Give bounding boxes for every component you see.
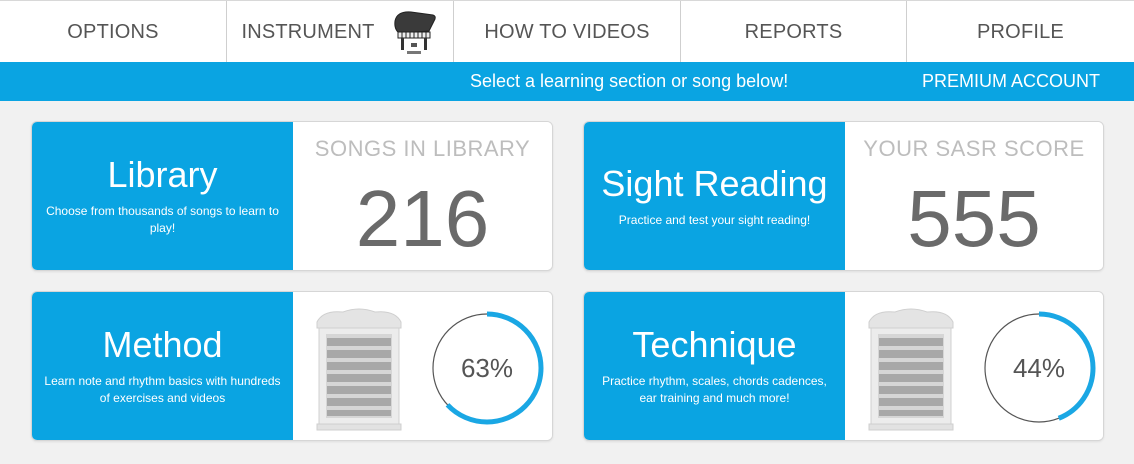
- cabinet-icon: [316, 308, 402, 431]
- progress-percent: 44%: [1012, 352, 1066, 383]
- tab-how-to-videos[interactable]: HOW TO VIDEOS: [454, 1, 681, 63]
- stat-value: 555: [907, 174, 1041, 263]
- sight-reading-stat: YOUR SASR SCORE 555: [845, 122, 1103, 270]
- card-description: Learn note and rhythm basics with hundre…: [44, 374, 281, 405]
- stat-label: SONGS IN LIBRARY: [314, 136, 531, 161]
- piano-icon: [393, 11, 436, 54]
- sight-reading-card[interactable]: Sight Reading Practice and test your sig…: [583, 121, 1104, 271]
- card-description: Practice rhythm, scales, chords cadences…: [602, 374, 827, 405]
- account-status[interactable]: PREMIUM ACCOUNT: [922, 71, 1100, 92]
- cabinet-icon: [868, 308, 954, 431]
- method-progress: 63%: [293, 292, 552, 440]
- card-title: Sight Reading: [601, 162, 828, 204]
- library-card[interactable]: Library Choose from thousands of songs t…: [31, 121, 553, 271]
- stat-value: 216: [355, 174, 490, 263]
- card-description: Practice and test your sight reading!: [618, 212, 811, 227]
- tab-label: HOW TO VIDEOS: [484, 20, 650, 43]
- tab-options[interactable]: OPTIONS: [0, 1, 227, 63]
- technique-card[interactable]: Technique Practice rhythm, scales, chord…: [583, 291, 1104, 441]
- card-description: Choose from thousands of songs to learn …: [46, 204, 279, 235]
- card-title: Library: [107, 154, 218, 195]
- sight-reading-panel: Sight Reading Practice and test your sig…: [584, 122, 845, 270]
- tab-label: INSTRUMENT: [241, 20, 375, 43]
- stat-label: YOUR SASR SCORE: [863, 136, 1085, 161]
- tab-instrument[interactable]: INSTRUMENT: [227, 1, 454, 63]
- tab-label: OPTIONS: [67, 20, 159, 43]
- info-banner: Select a learning section or song below!…: [0, 62, 1134, 101]
- card-title: Technique: [632, 324, 797, 365]
- tab-label: REPORTS: [744, 20, 843, 43]
- tab-reports[interactable]: REPORTS: [681, 1, 907, 63]
- technique-panel: Technique Practice rhythm, scales, chord…: [584, 292, 845, 440]
- top-nav: OPTIONS INSTRUMENT HOW TO VIDEOS REPORTS…: [0, 0, 1134, 63]
- banner-message: Select a learning section or song below!: [470, 71, 789, 91]
- card-title: Method: [102, 324, 223, 365]
- method-card[interactable]: Method Learn note and rhythm basics with…: [31, 291, 553, 441]
- library-stat: SONGS IN LIBRARY 216: [293, 122, 552, 270]
- tab-label: PROFILE: [977, 20, 1064, 43]
- library-panel: Library Choose from thousands of songs t…: [32, 122, 293, 270]
- method-panel: Method Learn note and rhythm basics with…: [32, 292, 293, 440]
- progress-percent: 63%: [460, 352, 514, 383]
- technique-progress: 44%: [845, 292, 1103, 440]
- tab-profile[interactable]: PROFILE: [907, 1, 1134, 63]
